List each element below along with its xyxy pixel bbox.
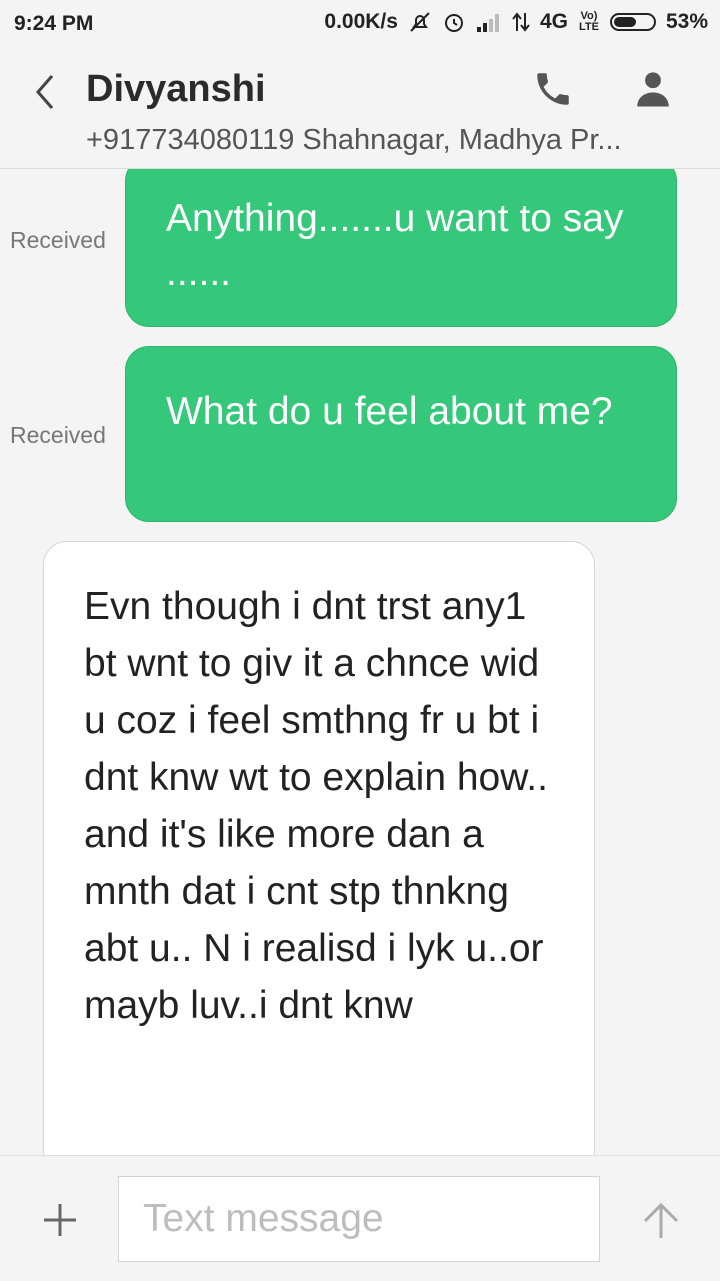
contact-info: +917734080119 Shahnagar, Madhya Pr... [86,124,622,156]
chevron-left-icon [36,75,54,109]
message-composer [0,1155,720,1281]
call-button[interactable] [532,68,574,110]
send-button[interactable] [640,1200,682,1242]
plus-icon [44,1204,76,1236]
alarm-icon [442,10,466,34]
volte-bottom: LTE [578,21,599,33]
battery-percent: 53% [665,10,708,33]
contact-name: Divyanshi [86,68,266,110]
message-input[interactable] [118,1176,600,1262]
data-arrows-icon [512,11,530,33]
message-list[interactable]: Received Anything.......u want to say ..… [0,169,720,1155]
message-bubble-received[interactable]: Anything.......u want to say ...... [125,169,677,327]
volte-badge: Vo) LTE [578,11,600,33]
bell-muted-icon [408,10,432,34]
conversation-header: Divyanshi +917734080119 Shahnagar, Madhy… [0,48,720,169]
contact-profile-button[interactable] [632,68,674,110]
battery-icon [609,13,656,31]
received-label: Received [10,227,106,253]
status-bar: 9:24 PM 0.00K/s 4G Vo) LTE 53% [0,0,720,48]
phone-icon [537,73,569,105]
signal-icon [476,11,502,33]
message-bubble-received[interactable]: What do u feel about me? [125,346,677,522]
battery-fill [613,17,637,27]
person-icon [637,72,669,107]
status-icons: 0.00K/s 4G Vo) LTE 53% [324,10,708,34]
back-button[interactable] [26,68,66,116]
message-bubble-sent[interactable]: Evn though i dnt trst any1 bt wnt to giv… [43,541,595,1155]
status-time: 9:24 PM [14,12,94,35]
arrow-up-icon [643,1202,679,1238]
net-speed: 0.00K/s [324,10,398,33]
attach-button[interactable] [40,1200,80,1240]
received-label: Received [10,422,106,448]
network-type: 4G [539,10,568,33]
